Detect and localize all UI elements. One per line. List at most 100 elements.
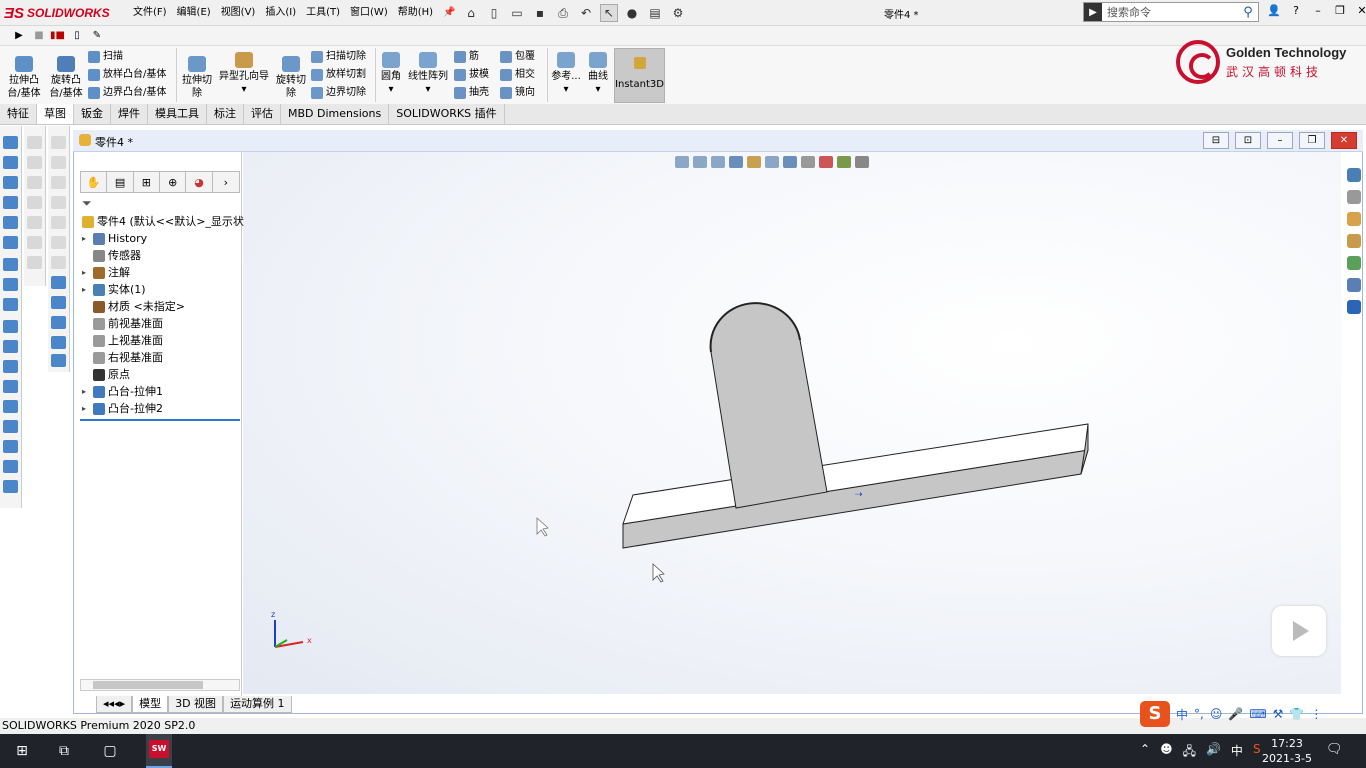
tree-root[interactable]: 零件4 (默认<<默认>_显示状 [82, 214, 244, 230]
graphics-area[interactable]: ⇢ z x [243, 152, 1341, 694]
feature-tree-tab-icon[interactable]: ✋ [81, 172, 108, 192]
doc-minimize-button[interactable]: – [1267, 132, 1293, 149]
dropdown-arrow-icon[interactable]: ▾ [585, 83, 611, 96]
tab-motion-study[interactable]: 运动算例 1 [223, 696, 292, 713]
loft-boss-button[interactable]: 放样凸台/基体 [88, 66, 166, 84]
split-tool-icon[interactable] [3, 440, 18, 453]
view-tool-icon[interactable] [51, 354, 66, 367]
search-input[interactable]: 搜索命令 [1102, 4, 1238, 20]
file-properties-icon[interactable]: ▤ [646, 4, 664, 22]
tab-3d-views[interactable]: 3D 视图 [168, 696, 224, 713]
solidworks-taskbar-button[interactable]: SW [146, 734, 172, 768]
view-tool-icon[interactable] [51, 216, 66, 229]
extrude-boss-button[interactable]: 拉伸凸 台/基体 [4, 56, 44, 100]
combine-tool-icon[interactable] [3, 460, 18, 473]
loft-cut-button[interactable]: 放样切割 [311, 66, 366, 84]
undo-icon[interactable]: ↶ [577, 4, 595, 22]
search-icon[interactable]: ⚲ [1238, 5, 1258, 20]
menu-edit[interactable]: 编辑(E) [172, 6, 216, 20]
tab-evaluate[interactable]: 评估 [244, 104, 281, 124]
task-view-icon[interactable]: ⧉ [52, 734, 76, 768]
traffic-light-icon[interactable]: ● [623, 4, 641, 22]
run-macro-icon[interactable]: ▶ [12, 29, 26, 43]
tree-item[interactable]: 右视基准面 [82, 350, 163, 366]
rollback-bar[interactable] [80, 419, 240, 421]
home-icon[interactable]: ⌂ [462, 4, 480, 22]
menu-view[interactable]: 视图(V) [216, 6, 261, 20]
dropdown-arrow-icon[interactable]: ▾ [406, 83, 450, 96]
search-box[interactable]: ▶ 搜索命令 ⚲ [1083, 2, 1259, 22]
revolve-boss-button[interactable]: 旋转凸 台/基体 [46, 56, 86, 100]
hole-tool-icon[interactable] [3, 258, 18, 271]
fillet-tool-icon[interactable] [3, 216, 18, 229]
tree-item[interactable]: 原点 [82, 367, 130, 383]
tile-right-button[interactable]: ⊡ [1235, 132, 1261, 149]
tree-item[interactable]: ▸ 注解 [82, 265, 130, 281]
view-settings-icon[interactable] [855, 156, 869, 168]
solidworks-logo[interactable]: ƎS SOLIDWORKS [4, 3, 110, 23]
appearances-icon[interactable] [1347, 256, 1361, 270]
loft-tool-icon[interactable] [3, 196, 18, 209]
tree-item[interactable]: 前视基准面 [82, 316, 163, 332]
filter-icon[interactable]: ⏷ [82, 196, 92, 211]
part-model[interactable]: ⇢ z x [243, 152, 1341, 694]
tab-model[interactable]: 模型 [132, 696, 169, 713]
tree-item[interactable]: ▸ 凸台-拉伸1 [82, 384, 163, 400]
edit-macro-icon[interactable]: ✎ [90, 29, 104, 43]
menu-help[interactable]: 帮助(H) [393, 6, 438, 20]
draft-tool-icon[interactable] [3, 340, 18, 353]
sketch-tool-icon[interactable] [27, 136, 42, 149]
tree-item[interactable]: ▸ History [82, 231, 147, 247]
draft-button[interactable]: 拔模 [454, 66, 489, 84]
new-document-icon[interactable]: ▯ [485, 4, 503, 22]
menu-insert[interactable]: 插入(I) [260, 6, 301, 20]
expand-arrow-icon[interactable]: ▸ [82, 231, 90, 247]
view-tool-icon[interactable] [51, 236, 66, 249]
edit-appearance-icon[interactable] [819, 156, 833, 168]
print-icon[interactable]: ⎙ [554, 4, 572, 22]
sweep-cut-button[interactable]: 扫描切除 [311, 48, 366, 66]
tray-expand-icon[interactable]: ⌃ [1140, 742, 1150, 763]
tree-item[interactable]: 材质 <未指定> [82, 299, 185, 315]
intersect-button[interactable]: 相交 [500, 66, 535, 84]
hole-wizard-button[interactable]: 异型孔向导 ▾ [216, 52, 272, 96]
pause-macro-icon[interactable]: ▮■ [50, 29, 65, 43]
expand-arrow-icon[interactable]: ▸ [82, 384, 90, 400]
solidworks-resources-icon[interactable] [1347, 168, 1361, 182]
windows-start-icon[interactable]: ⊞ [10, 734, 34, 768]
expand-arrow-icon[interactable]: ▸ [82, 282, 90, 298]
view-tool-icon[interactable] [51, 196, 66, 209]
display-manager-tab-icon[interactable]: ◕ [186, 172, 213, 192]
display-style-icon[interactable] [783, 156, 797, 168]
view-tool-icon[interactable] [51, 156, 66, 169]
custom-properties-icon[interactable] [1347, 278, 1361, 292]
tab-mbd-dimensions[interactable]: MBD Dimensions [281, 104, 390, 124]
dropdown-arrow-icon[interactable]: ▾ [550, 83, 582, 96]
stop-macro-icon[interactable]: ■ [32, 29, 46, 43]
pin-icon[interactable]: 📌 [438, 6, 460, 20]
doc-restore-button[interactable]: ❐ [1299, 132, 1325, 149]
view-tool-icon[interactable] [51, 316, 66, 329]
view-tool-icon[interactable] [51, 136, 66, 149]
dropdown-arrow-icon[interactable]: ▾ [378, 83, 404, 96]
shell-tool-icon[interactable] [3, 278, 18, 291]
menu-file[interactable]: 文件(F) [128, 6, 172, 20]
sweep-tool-icon[interactable] [3, 176, 18, 189]
tray-language[interactable]: 中 [1231, 742, 1243, 763]
restore-button[interactable]: ❐ [1332, 4, 1348, 17]
tree-item[interactable]: ▸ 凸台-拉伸2 [82, 401, 163, 417]
tree-item[interactable]: ▸ 实体(1) [82, 282, 146, 298]
design-library-icon[interactable] [1347, 190, 1361, 204]
close-button[interactable]: ✕ [1354, 4, 1366, 17]
select-pointer-icon[interactable]: ↖ [600, 4, 618, 22]
tree-item[interactable]: 传感器 [82, 248, 141, 264]
tab-face[interactable] [710, 302, 828, 509]
help-icon[interactable]: ? [1288, 4, 1304, 17]
macro-file-icon[interactable]: ▯ [70, 29, 84, 43]
tab-solidworks-addins[interactable]: SOLIDWORKS 插件 [389, 104, 505, 124]
pattern-tool-icon[interactable] [3, 298, 18, 311]
ime-voice-icon[interactable]: 🎤 [1228, 707, 1243, 721]
notification-center-icon[interactable]: 🗨 [1326, 742, 1343, 757]
boundary-cut-button[interactable]: 边界切除 [311, 84, 366, 102]
view-tool-icon[interactable] [51, 256, 66, 269]
